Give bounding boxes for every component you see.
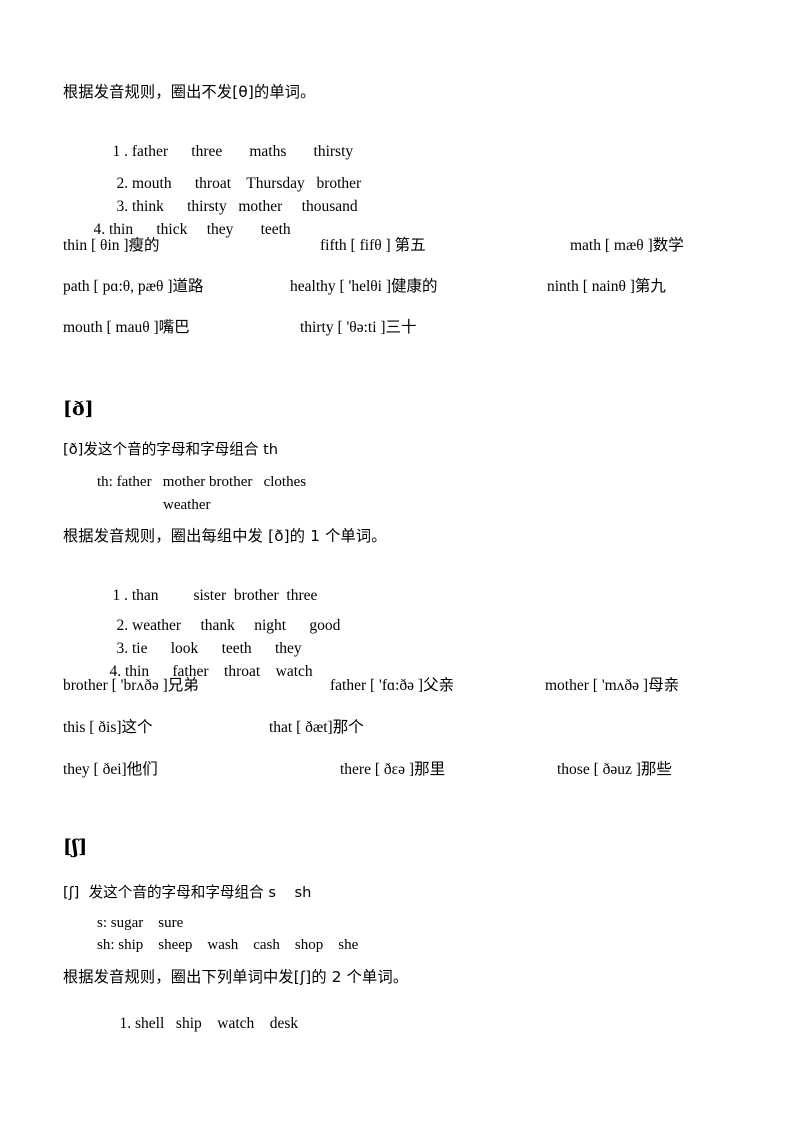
vocab-entry-there: there [ ðɛə ]那里 bbox=[340, 761, 446, 778]
word-item[interactable]: throat bbox=[224, 663, 260, 680]
word-item[interactable]: thick bbox=[156, 221, 187, 238]
vocab-entry-math: math [ mæθ ]数学 bbox=[570, 237, 684, 254]
vocab-entry-they: they [ ðei]他们 bbox=[63, 761, 158, 778]
vocab-entry-ninth: ninth [ nainθ ]第九 bbox=[547, 278, 666, 295]
word-item[interactable]: sister bbox=[193, 587, 226, 604]
word-item[interactable]: watch bbox=[217, 1015, 254, 1032]
section-heading-esh: [ʃ] bbox=[63, 836, 88, 858]
word-item[interactable]: brother bbox=[234, 587, 279, 604]
vocab-entry-fifth: fifth [ fifθ ] 第五 bbox=[320, 237, 426, 254]
vocab-entry-thirty: thirty [ 'θə:ti ]三十 bbox=[300, 319, 417, 336]
vocab-entry-this: this [ ðis]这个 bbox=[63, 719, 153, 736]
word-item[interactable]: three bbox=[286, 587, 317, 604]
vocab-entry-those: those [ ðəuz ]那些 bbox=[557, 761, 672, 778]
word-item[interactable]: thirsty bbox=[314, 143, 354, 160]
word-item[interactable]: three bbox=[191, 143, 222, 160]
word-item[interactable]: thousand bbox=[302, 198, 358, 215]
word-group-row: 1. shell ship watch desk bbox=[104, 1000, 299, 1047]
esh-examples-line-2: sh: ship sheep wash cash shop she bbox=[97, 937, 359, 953]
word-item[interactable]: than bbox=[132, 587, 159, 604]
vocab-entry-mouth: mouth [ mauθ ]嘴巴 bbox=[63, 319, 190, 336]
vocab-entry-mother: mother [ 'mʌðə ]母亲 bbox=[545, 677, 680, 694]
word-item[interactable]: thin bbox=[109, 221, 133, 238]
section-heading-eth: [ð] bbox=[63, 398, 94, 420]
eth-rule-line: [ð]发这个音的字母和字母组合 th bbox=[63, 441, 279, 458]
group-number: 4. bbox=[93, 220, 106, 238]
word-item[interactable]: shell bbox=[135, 1015, 164, 1032]
word-item[interactable]: maths bbox=[249, 143, 286, 160]
word-item[interactable]: desk bbox=[270, 1015, 298, 1032]
group-number: 1 . bbox=[112, 142, 129, 160]
word-item[interactable]: teeth bbox=[261, 221, 291, 238]
vocab-entry-path: path [ pɑ:θ, pæθ ]道路 bbox=[63, 278, 204, 295]
eth-examples-line-2: weather bbox=[163, 497, 211, 513]
group-number: 1. bbox=[119, 1014, 132, 1032]
eth-examples-line-1: th: father mother brother clothes bbox=[97, 474, 307, 490]
group-number: 1 . bbox=[112, 586, 129, 604]
esh-rule-line: [ʃ] 发这个音的字母和字母组合 s sh bbox=[63, 884, 312, 901]
theta-exercise-instruction: 根据发音规则，圈出不发[θ]的单词。 bbox=[63, 83, 316, 101]
word-item[interactable]: good bbox=[309, 617, 340, 634]
word-item[interactable]: father bbox=[132, 143, 168, 160]
word-item[interactable]: watch bbox=[276, 663, 313, 680]
esh-examples-line-1: s: sugar sure bbox=[97, 915, 184, 931]
vocab-entry-thin: thin [ θin ]瘦的 bbox=[63, 237, 160, 254]
esh-exercise-instruction: 根据发音规则，圈出下列单词中发[ʃ]的 2 个单词。 bbox=[63, 968, 409, 986]
word-item[interactable]: they bbox=[207, 221, 234, 238]
vocab-entry-healthy: healthy [ 'helθi ]健康的 bbox=[290, 278, 438, 295]
document-page: 根据发音规则，圈出不发[θ]的单词。 1 . father three math… bbox=[0, 0, 794, 1123]
vocab-entry-father: father [ 'fɑ:ðə ]父亲 bbox=[330, 677, 455, 694]
vocab-entry-brother: brother [ 'brʌðə ]兄弟 bbox=[63, 677, 199, 694]
eth-exercise-instruction: 根据发音规则，圈出每组中发 [ð]的 1 个单词。 bbox=[63, 527, 387, 545]
word-item[interactable]: ship bbox=[176, 1015, 202, 1032]
vocab-entry-that: that [ ðæt]那个 bbox=[269, 719, 364, 736]
